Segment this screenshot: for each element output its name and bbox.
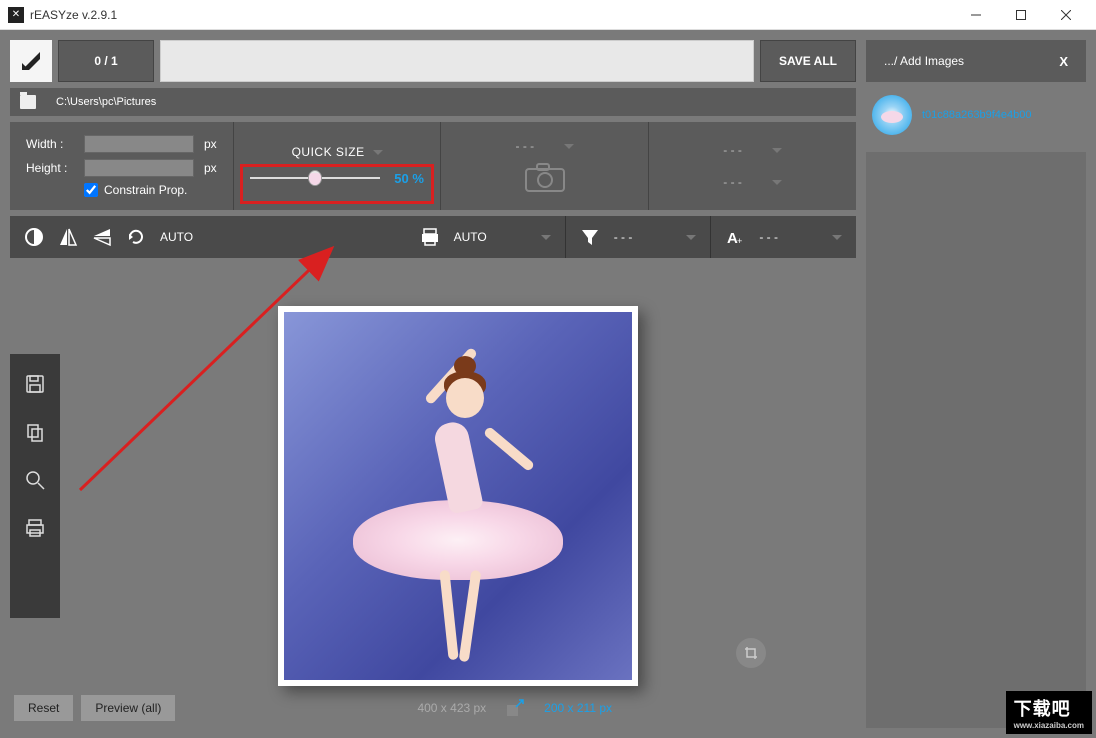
tools-row: AUTO AUTO - - - A+ - - - [10,216,856,258]
folder-icon[interactable] [20,95,36,109]
snapshot-dash: - - - [516,139,535,153]
app-body: 0 / 1 SAVE ALL C:\Users\pc\Pictures Widt… [0,30,1096,738]
canvas [60,264,856,728]
width-label: Width : [26,137,78,151]
filter-label: - - - [614,230,633,244]
extra-dash-2: - - - [723,175,742,189]
add-text-icon[interactable]: A+ [725,227,745,247]
flip-horizontal-icon[interactable] [58,227,78,247]
app-icon[interactable] [10,40,52,82]
extra-dash: - - - [723,143,742,157]
save-all-button[interactable]: SAVE ALL [760,40,856,82]
thumbnail-name: t01c88a263b9f4e4b00 [922,109,1032,121]
rotate-icon[interactable] [126,227,146,247]
chevron-down-icon[interactable] [772,148,782,153]
dimensions-bar: Width : px Height : px Constrain Prop. Q… [10,122,856,210]
quick-size-box: QUICK SIZE 50 % [234,122,442,210]
print-icon[interactable] [23,516,47,540]
right-panel: .../ Add Images X t01c88a263b9f4e4b00 [866,40,1086,728]
title-input[interactable] [160,40,754,82]
close-window-button[interactable] [1043,1,1088,29]
add-images-button[interactable]: .../ Add Images [884,54,964,68]
height-label: Height : [26,161,78,175]
width-unit: px [204,137,217,151]
chevron-down-icon[interactable] [686,235,696,240]
scale-icon [506,699,524,717]
preview-area: Reset Preview (all) 400 x 423 px 200 x 2… [10,264,856,728]
window-title: rEASYze v.2.9.1 [30,8,117,22]
constrain-label: Constrain Prop. [104,183,187,197]
image-counter: 0 / 1 [58,40,154,82]
chevron-down-icon[interactable] [772,180,782,185]
minimize-button[interactable] [953,1,998,29]
print-label: AUTO [454,230,487,244]
main-column: 0 / 1 SAVE ALL C:\Users\pc\Pictures Widt… [10,40,856,728]
right-panel-header: .../ Add Images X [866,40,1086,82]
slider-thumb[interactable] [308,170,322,186]
save-icon[interactable] [23,372,47,396]
constrain-checkbox[interactable] [84,183,98,197]
width-input[interactable] [84,135,194,153]
reset-button[interactable]: Reset [14,695,73,721]
chevron-down-icon[interactable] [541,235,551,240]
camera-icon [524,161,566,193]
size-inputs-box: Width : px Height : px Constrain Prop. [10,122,234,210]
svg-text:+: + [737,236,742,246]
image-preview[interactable] [278,306,638,686]
filter-icon[interactable] [580,227,600,247]
titlebar: ✕ rEASYze v.2.9.1 [0,0,1096,30]
extra-box[interactable]: - - - - - - [649,122,856,210]
zoom-icon[interactable] [23,468,47,492]
window-controls [953,1,1088,29]
quick-size-label: QUICK SIZE [292,145,365,159]
watermark: 下载吧 www.xiazaiba.com [1006,691,1092,734]
height-unit: px [204,161,217,175]
text-label: - - - [759,230,778,244]
height-input[interactable] [84,159,194,177]
path-row: C:\Users\pc\Pictures [10,88,856,116]
brightness-icon[interactable] [24,227,44,247]
new-dimensions: 200 x 211 px [544,701,612,715]
thumbnail-icon[interactable] [872,95,912,135]
printer-icon[interactable] [420,227,440,247]
folder-path: C:\Users\pc\Pictures [56,96,156,108]
close-panel-button[interactable]: X [1059,54,1068,69]
chevron-down-icon[interactable] [832,235,842,240]
copy-icon[interactable] [23,420,47,444]
watermark-text: 下载吧 [1014,699,1071,719]
crop-button[interactable] [736,638,766,668]
chevron-down-icon[interactable] [564,144,574,149]
original-dimensions: 400 x 423 px [417,701,486,715]
snapshot-box[interactable]: - - - [441,122,649,210]
rotate-label: AUTO [160,230,193,244]
preview-all-button[interactable]: Preview (all) [81,695,175,721]
side-tools [10,354,60,618]
flip-vertical-icon[interactable] [92,227,112,247]
watermark-url: www.xiazaiba.com [1014,721,1084,730]
top-row: 0 / 1 SAVE ALL [10,40,856,82]
queue-area[interactable] [866,152,1086,728]
chevron-down-icon[interactable] [373,150,383,155]
app-logo-icon: ✕ [8,7,24,23]
bottom-row: Reset Preview (all) 400 x 423 px 200 x 2… [10,688,856,728]
quick-size-slider[interactable] [250,169,380,187]
thumbnail-row[interactable]: t01c88a263b9f4e4b00 [866,92,1086,138]
maximize-button[interactable] [998,1,1043,29]
quick-size-value: 50 % [394,171,424,186]
